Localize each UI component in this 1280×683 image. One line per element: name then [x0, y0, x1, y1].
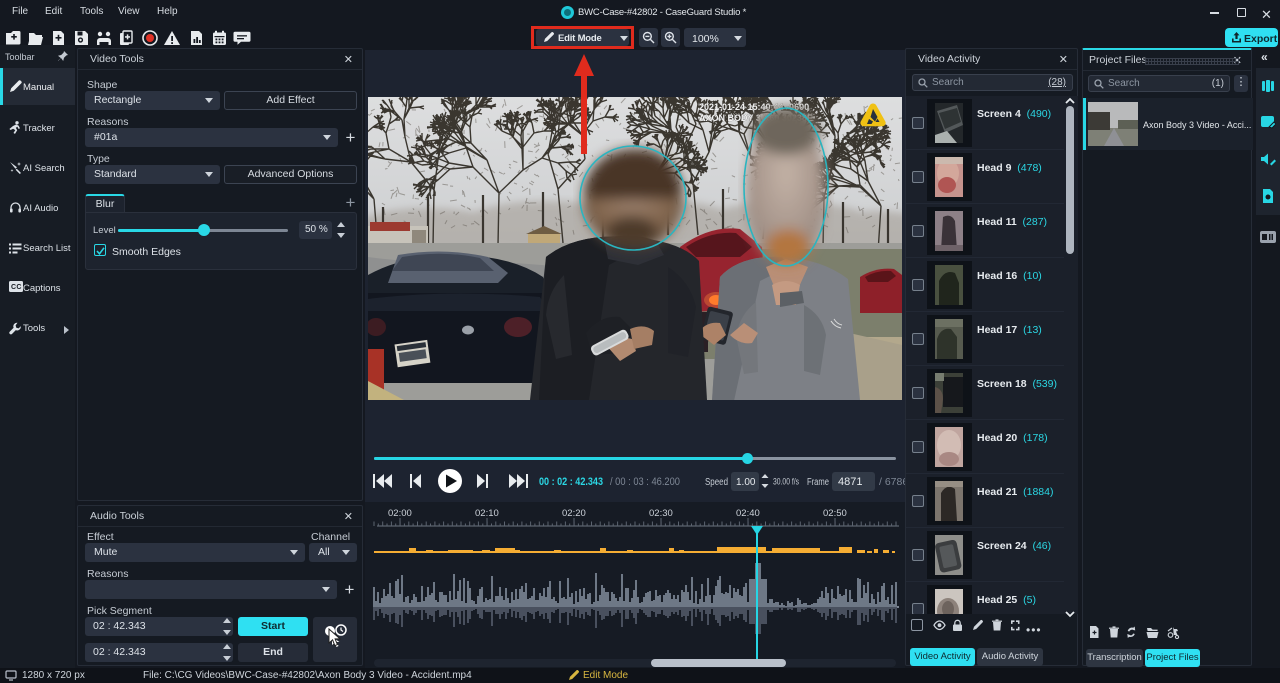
svg-text:1.00: 1.00 — [736, 477, 756, 488]
svg-text:02:10: 02:10 — [475, 508, 499, 519]
svg-text:/ 00 : 03 : 46.200: / 00 : 03 : 46.200 — [610, 476, 680, 488]
svg-text:C: C — [16, 284, 21, 291]
svg-text:02:00: 02:00 — [388, 508, 412, 519]
svg-text:02:40: 02:40 — [736, 508, 760, 519]
svg-text:4871: 4871 — [838, 476, 862, 488]
svg-text:02:20: 02:20 — [562, 508, 586, 519]
svg-text:02:50: 02:50 — [823, 508, 847, 519]
svg-text:02:30: 02:30 — [649, 508, 673, 519]
svg-text:C: C — [11, 284, 16, 291]
svg-text:00 : 02 : 42.343: 00 : 02 : 42.343 — [539, 476, 603, 488]
svg-text:30.00 f/s: 30.00 f/s — [773, 477, 799, 487]
svg-text:Speed: Speed — [705, 477, 728, 488]
svg-text:Frame: Frame — [807, 477, 829, 488]
